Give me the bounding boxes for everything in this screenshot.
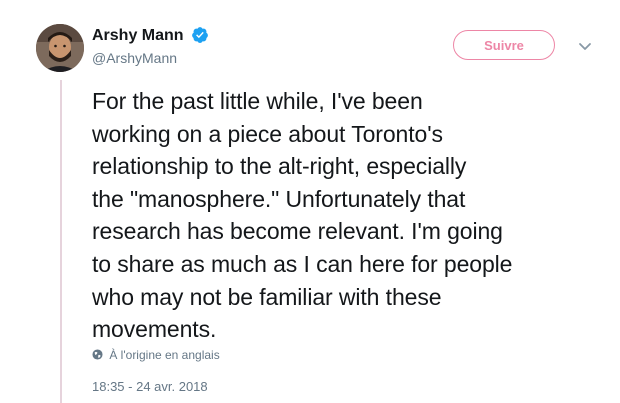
tweet-menu-button[interactable] xyxy=(575,36,595,56)
tweet-text-line: who may not be familiar with these xyxy=(92,283,442,310)
avatar-photo xyxy=(36,24,84,72)
avatar[interactable] xyxy=(36,24,84,72)
chevron-down-icon xyxy=(579,43,591,50)
tweet-text-line: to share as much as I can here for peopl… xyxy=(92,250,513,277)
tweet-text-line: research has become relevant. I'm going xyxy=(92,218,503,245)
tweet-text-line: relationship to the alt-right, especiall… xyxy=(92,153,467,180)
tweet-text: For the past little while, I've been wor… xyxy=(92,85,612,346)
translation-label: À l'origine en anglais xyxy=(109,348,220,362)
follow-button[interactable]: Suivre xyxy=(453,30,555,60)
translation-notice[interactable]: À l'origine en anglais xyxy=(92,347,220,363)
tweet-text-line: working on a piece about Toronto's xyxy=(92,120,443,147)
verified-badge-icon xyxy=(192,27,208,43)
thread-line xyxy=(60,80,62,403)
tweet-timestamp[interactable]: 18:35 - 24 avr. 2018 xyxy=(92,379,208,395)
author-handle[interactable]: @ArshyMann xyxy=(92,49,209,67)
tweet-card: Arshy Mann @ArshyMann Suivre For the pas… xyxy=(0,0,620,403)
tweet-text-line: For the past little while, I've been xyxy=(92,88,423,114)
globe-icon xyxy=(92,349,103,360)
tweet-text-line: the "manosphere." Unfortunately that xyxy=(92,185,466,212)
tweet-text-line: movements. xyxy=(92,316,217,343)
author-display-name[interactable]: Arshy Mann xyxy=(92,26,184,46)
author-info: Arshy Mann @ArshyMann xyxy=(92,26,209,67)
